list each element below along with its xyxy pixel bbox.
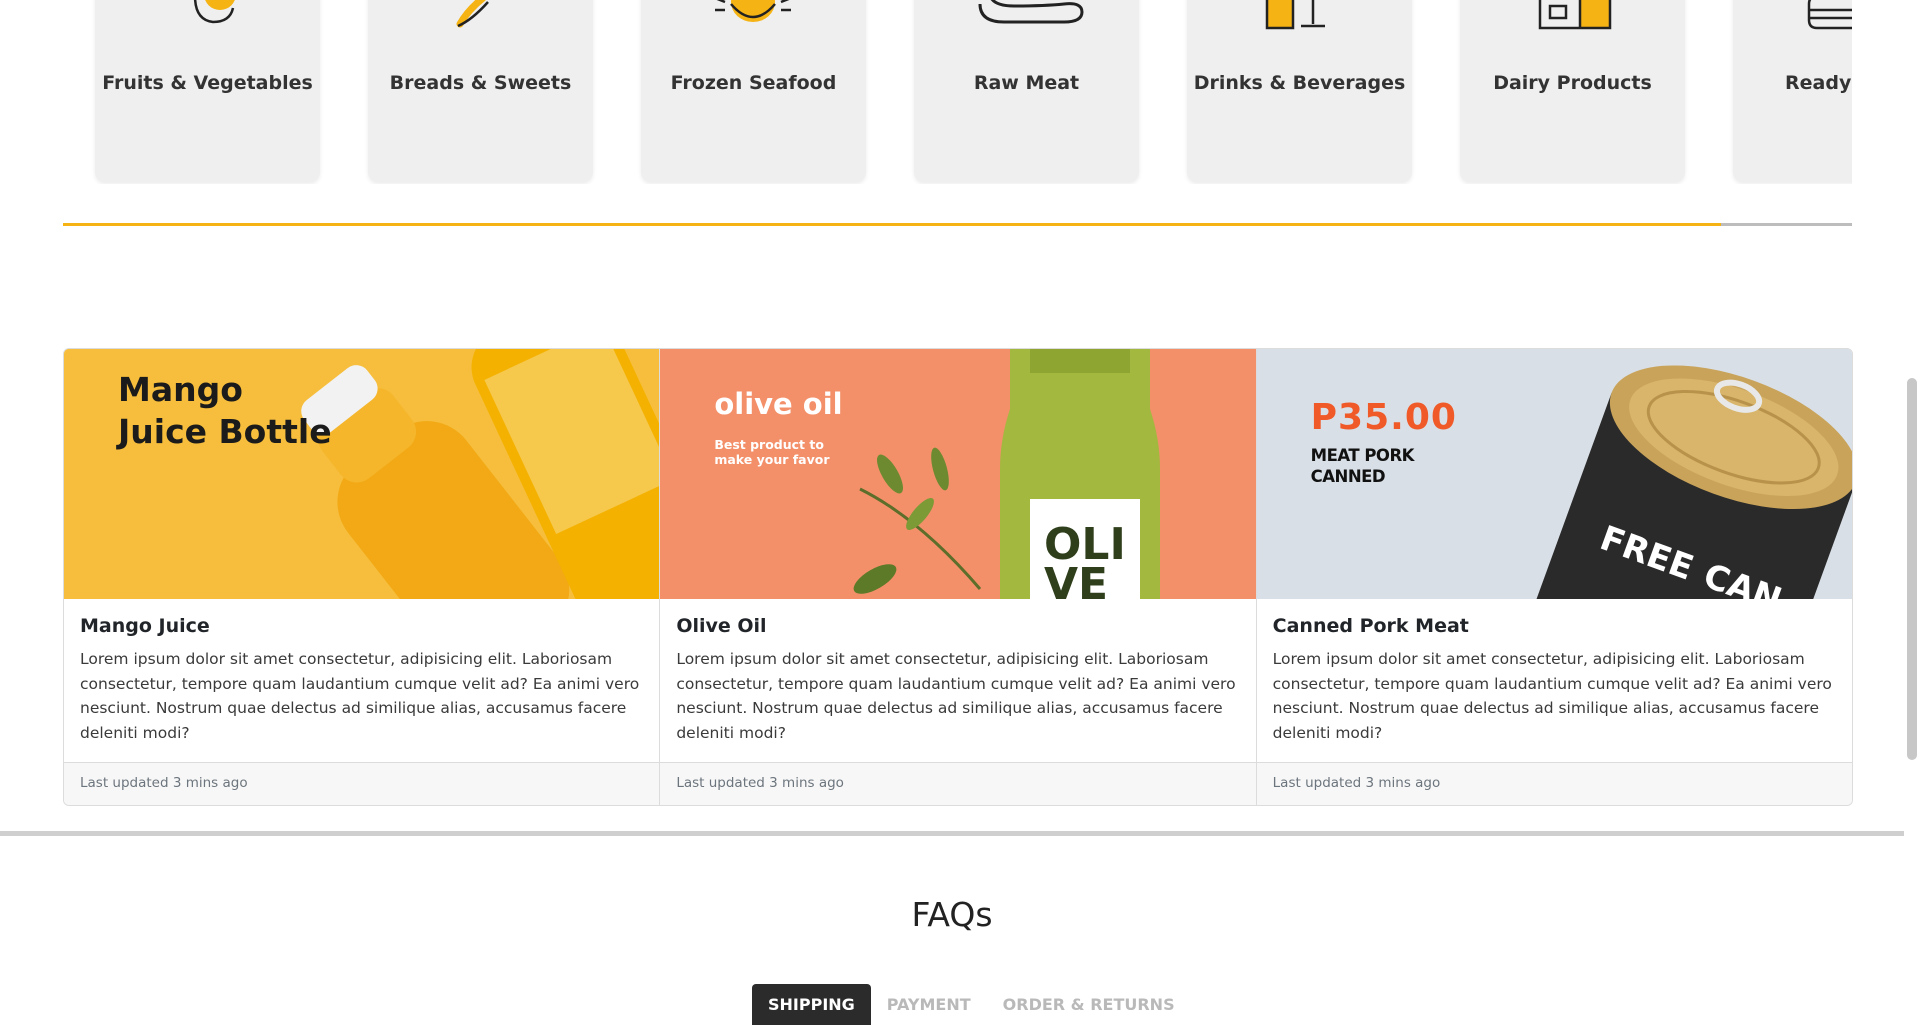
product-card-mango-juice[interactable]: Mango Juice Bottle Mango Juice Lorem ips…: [64, 349, 661, 805]
category-card-fruits-vegetables[interactable]: Fruits & Vegetables: [95, 0, 320, 182]
product-image-mango-juice: Mango Juice Bottle: [64, 349, 660, 599]
category-label: Raw Meat: [973, 72, 1080, 94]
crab-icon: [715, 0, 791, 22]
product-image-olive-oil: OLI VE olive oil Best product to make yo…: [660, 349, 1256, 599]
category-label: Ready Meals: [1785, 72, 1852, 94]
banner-subtitle: Best product to make your favor: [714, 437, 830, 467]
card-footer: Last updated 3 mins ago: [660, 762, 1256, 805]
product-title: Mango Juice: [80, 615, 210, 637]
drinks-icon: [1265, 0, 1325, 30]
card-footer: Last updated 3 mins ago: [1256, 762, 1852, 805]
category-card-ready-meals[interactable]: Ready Meals: [1733, 0, 1852, 182]
banner-price: P35.00: [1310, 397, 1457, 438]
bread-icon: [456, 0, 489, 28]
category-label: Breads & Sweets: [389, 72, 572, 94]
category-card-frozen-seafood[interactable]: Frozen Seafood: [641, 0, 866, 182]
card-footer: Last updated 3 mins ago: [64, 762, 660, 805]
page-scrollbar[interactable]: [1904, 0, 1920, 1022]
svg-text:VE: VE: [1044, 559, 1108, 599]
product-description: Lorem ipsum dolor sit amet consectetur, …: [80, 650, 640, 742]
category-card-breads-sweets[interactable]: Breads & Sweets: [368, 0, 593, 182]
last-updated-text: Last updated 3 mins ago: [80, 775, 248, 791]
last-updated-text: Last updated 3 mins ago: [676, 775, 844, 791]
scrollbar-thumb[interactable]: [1907, 378, 1917, 760]
tab-payment[interactable]: PAYMENT: [871, 984, 987, 1025]
product-card-group: Mango Juice Bottle Mango Juice Lorem ips…: [63, 348, 1853, 806]
product-card-canned-pork-meat[interactable]: FREE CAN P35.00 MEAT PORK CANNED Canned …: [1256, 349, 1852, 805]
faq-heading: FAQs: [911, 895, 993, 934]
category-card-raw-meat[interactable]: Raw Meat: [914, 0, 1139, 182]
product-title: Canned Pork Meat: [1272, 615, 1469, 637]
fruit-icon: [193, 0, 235, 24]
category-card-dairy-products[interactable]: Dairy Products: [1460, 0, 1685, 182]
tab-order-returns[interactable]: ORDER & RETURNS: [987, 984, 1191, 1025]
product-image-canned-pork: FREE CAN P35.00 MEAT PORK CANNED: [1256, 349, 1852, 599]
product-description: Lorem ipsum dolor sit amet consectetur, …: [676, 650, 1236, 742]
category-label: Drinks & Beverages: [1193, 72, 1406, 94]
last-updated-text: Last updated 3 mins ago: [1272, 775, 1441, 791]
banner-title: Mango Juice Bottle: [118, 370, 332, 451]
section-divider: [0, 831, 1904, 836]
banner-product-name: MEAT PORK CANNED: [1310, 446, 1415, 486]
meat-icon: [978, 0, 1084, 24]
carousel-scroll-progress[interactable]: [63, 223, 1852, 226]
tab-shipping[interactable]: SHIPPING: [752, 984, 871, 1025]
category-label: Fruits & Vegetables: [102, 72, 313, 94]
faq-tabs: SHIPPING PAYMENT ORDER & RETURNS: [752, 984, 1191, 1025]
ready-meal-icon: [1807, 0, 1852, 30]
milk-carton-icon: [1538, 0, 1612, 30]
banner-title: olive oil: [714, 387, 843, 421]
category-card-drinks-beverages[interactable]: Drinks & Beverages: [1187, 0, 1412, 182]
category-label: Frozen Seafood: [670, 72, 837, 94]
carousel-progress-fill: [63, 223, 1722, 226]
category-carousel: Fruits & Vegetables Breads & Sweets Froz…: [63, 0, 1852, 184]
product-card-olive-oil[interactable]: OLI VE olive oil Best product to make yo…: [660, 349, 1257, 805]
product-description: Lorem ipsum dolor sit amet consectetur, …: [1272, 650, 1832, 742]
product-title: Olive Oil: [676, 615, 767, 637]
category-label: Dairy Products: [1493, 72, 1652, 94]
